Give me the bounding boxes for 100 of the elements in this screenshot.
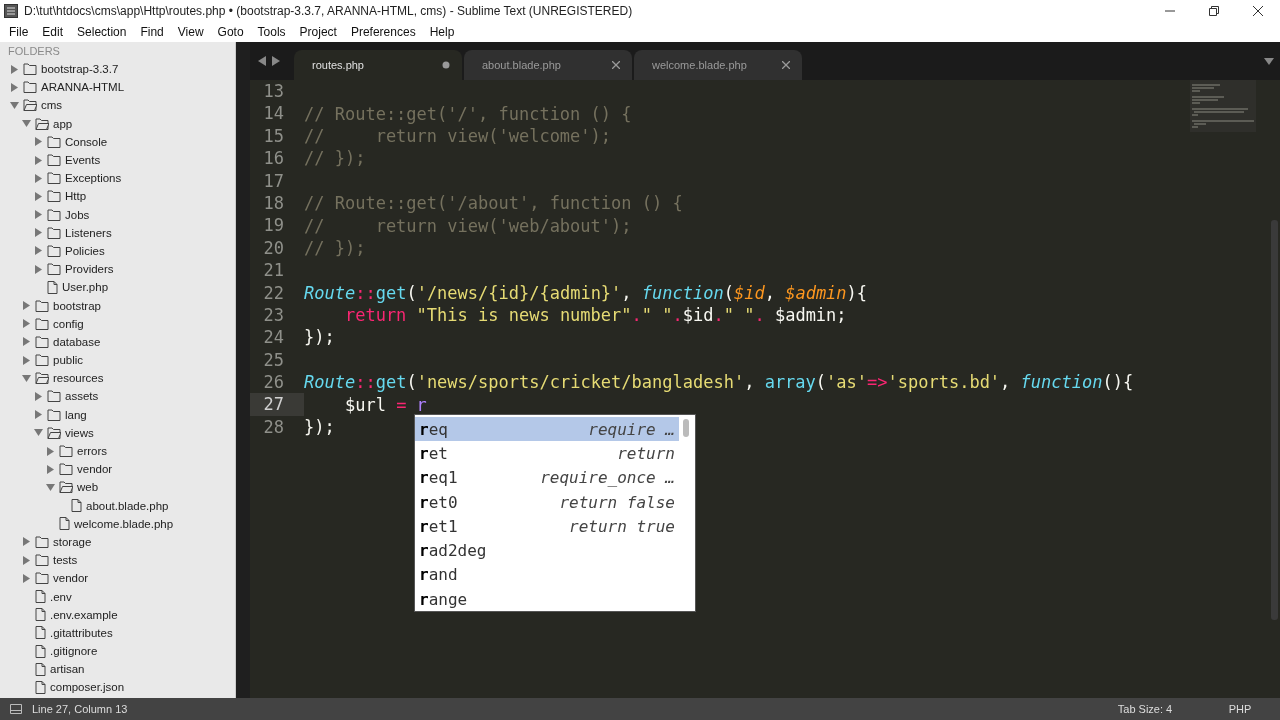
line-number: 28 bbox=[262, 415, 285, 439]
folder-name[interactable]: views bbox=[65, 426, 94, 439]
collapse-arrow-icon[interactable] bbox=[22, 373, 31, 383]
file-icon bbox=[47, 280, 58, 294]
folder-name[interactable]: lang bbox=[65, 408, 87, 421]
folder-icon bbox=[23, 63, 37, 76]
line-number: 17 bbox=[262, 169, 285, 192]
folder-name[interactable]: Http bbox=[65, 190, 87, 203]
popup-scrollbar[interactable] bbox=[683, 419, 689, 437]
folder-name[interactable]: Events bbox=[65, 154, 101, 167]
folder-name[interactable]: app bbox=[53, 117, 73, 130]
folder-name[interactable]: cms bbox=[41, 99, 63, 112]
folder-name[interactable]: vendor bbox=[53, 572, 89, 585]
folder-name[interactable]: vendor bbox=[77, 463, 113, 476]
folder-name[interactable]: database bbox=[53, 335, 101, 348]
previous-tab-icon[interactable] bbox=[258, 56, 266, 66]
file-name[interactable]: .env.example bbox=[50, 608, 118, 621]
file-name[interactable]: welcome.blade.php bbox=[74, 517, 174, 530]
folder-name[interactable]: web bbox=[77, 481, 99, 494]
line-number: 27 bbox=[250, 393, 304, 416]
close-icon[interactable] bbox=[1253, 6, 1263, 16]
folder-icon bbox=[35, 572, 49, 585]
file-name[interactable]: artisan bbox=[50, 663, 85, 676]
folder-name[interactable]: tests bbox=[53, 554, 78, 567]
sidebar-header: FOLDERS bbox=[7, 44, 61, 59]
line-number: 20 bbox=[262, 236, 285, 260]
folder-name[interactable]: Providers bbox=[65, 263, 114, 276]
editor-tab[interactable]: welcome.blade.php bbox=[634, 50, 802, 80]
folder-icon bbox=[47, 172, 61, 185]
folder-name[interactable]: config bbox=[53, 317, 84, 330]
folder-name[interactable]: Console bbox=[65, 135, 108, 148]
file-icon bbox=[35, 680, 46, 694]
folder-name[interactable]: assets bbox=[65, 390, 99, 403]
line-number: 16 bbox=[262, 147, 285, 170]
file-name[interactable]: about.blade.php bbox=[86, 499, 169, 512]
folder-name[interactable]: Policies bbox=[65, 244, 105, 257]
file-name[interactable]: .env bbox=[50, 590, 72, 603]
folder-icon bbox=[35, 317, 49, 330]
folder-name[interactable]: ARANNA-HTML bbox=[41, 81, 125, 94]
menu-item[interactable]: Tools bbox=[250, 25, 293, 39]
code-line: // }); bbox=[304, 148, 366, 169]
folder-name[interactable]: Listeners bbox=[65, 226, 112, 239]
minimap-drawing bbox=[1190, 80, 1256, 132]
editor-tab[interactable]: routes.php bbox=[294, 50, 462, 80]
folder-icon bbox=[35, 299, 49, 312]
file-name[interactable]: composer.json bbox=[50, 681, 125, 694]
folder-icon bbox=[35, 554, 49, 567]
editor-tab[interactable]: about.blade.php bbox=[464, 50, 632, 80]
folder-icon bbox=[47, 226, 61, 239]
file-icon bbox=[71, 499, 82, 513]
open-folder-icon bbox=[23, 99, 37, 112]
completion-item[interactable]: req require … bbox=[415, 417, 679, 442]
syntax-mode[interactable]: PHP bbox=[1200, 703, 1280, 715]
folder-icon bbox=[47, 408, 61, 421]
folder-name[interactable]: bootstrap bbox=[53, 299, 101, 312]
file-icon bbox=[35, 590, 46, 604]
menu-item[interactable]: Edit bbox=[35, 25, 71, 39]
folder-icon bbox=[35, 354, 49, 367]
menu-item[interactable]: Find bbox=[133, 25, 171, 39]
folder-name[interactable]: errors bbox=[77, 445, 108, 458]
folder-name[interactable]: Jobs bbox=[65, 208, 90, 221]
file-name[interactable]: .gitattributes bbox=[50, 626, 113, 639]
folder-icon bbox=[35, 535, 49, 548]
open-folder-icon bbox=[35, 117, 49, 130]
line-number: 26 bbox=[262, 371, 285, 394]
tab-size[interactable]: Tab Size: 4 bbox=[1090, 703, 1200, 715]
file-icon bbox=[35, 644, 46, 658]
code-line: $url = r bbox=[343, 394, 427, 415]
line-number: 24 bbox=[262, 326, 285, 349]
menu-item[interactable]: File bbox=[2, 25, 36, 39]
folder-name[interactable]: public bbox=[53, 354, 84, 367]
menu-item[interactable]: Project bbox=[292, 25, 344, 39]
tab-list-icon[interactable] bbox=[1264, 57, 1274, 65]
file-name[interactable]: User.php bbox=[62, 281, 109, 294]
code-line: // }); bbox=[304, 237, 366, 258]
menu-item[interactable]: Help bbox=[422, 25, 462, 39]
collapse-arrow-icon[interactable] bbox=[46, 482, 55, 492]
file-name[interactable]: .gitignore bbox=[50, 645, 98, 658]
menu-item[interactable]: View bbox=[170, 25, 211, 39]
restore-icon[interactable] bbox=[1209, 6, 1219, 16]
folder-icon bbox=[23, 81, 37, 94]
file-icon bbox=[35, 608, 46, 622]
code-line: Route::get('news/sports/cricket/bangladesh', array('as'=>'sports.bd', function(){ bbox=[304, 372, 1134, 393]
folder-name[interactable]: resources bbox=[53, 372, 104, 385]
folder-icon bbox=[47, 154, 61, 167]
next-tab-icon[interactable] bbox=[272, 56, 280, 66]
folder-icon bbox=[47, 244, 61, 257]
menu-item[interactable]: Goto bbox=[210, 25, 251, 39]
panel-toggle-icon[interactable] bbox=[10, 704, 22, 714]
menu-item[interactable]: Preferences bbox=[343, 25, 423, 39]
code-line: // return view('web/about'); bbox=[304, 215, 632, 236]
scrollbar[interactable] bbox=[1271, 220, 1278, 620]
folder-icon bbox=[59, 445, 73, 458]
collapse-arrow-icon[interactable] bbox=[34, 428, 43, 438]
folder-name[interactable]: bootstrap-3.3.7 bbox=[41, 63, 119, 76]
folder-name[interactable]: storage bbox=[53, 535, 92, 548]
open-folder-icon bbox=[47, 426, 61, 439]
menu-item[interactable]: Selection bbox=[70, 25, 134, 39]
folder-name[interactable]: Exceptions bbox=[65, 172, 122, 185]
folder-icon bbox=[47, 390, 61, 403]
